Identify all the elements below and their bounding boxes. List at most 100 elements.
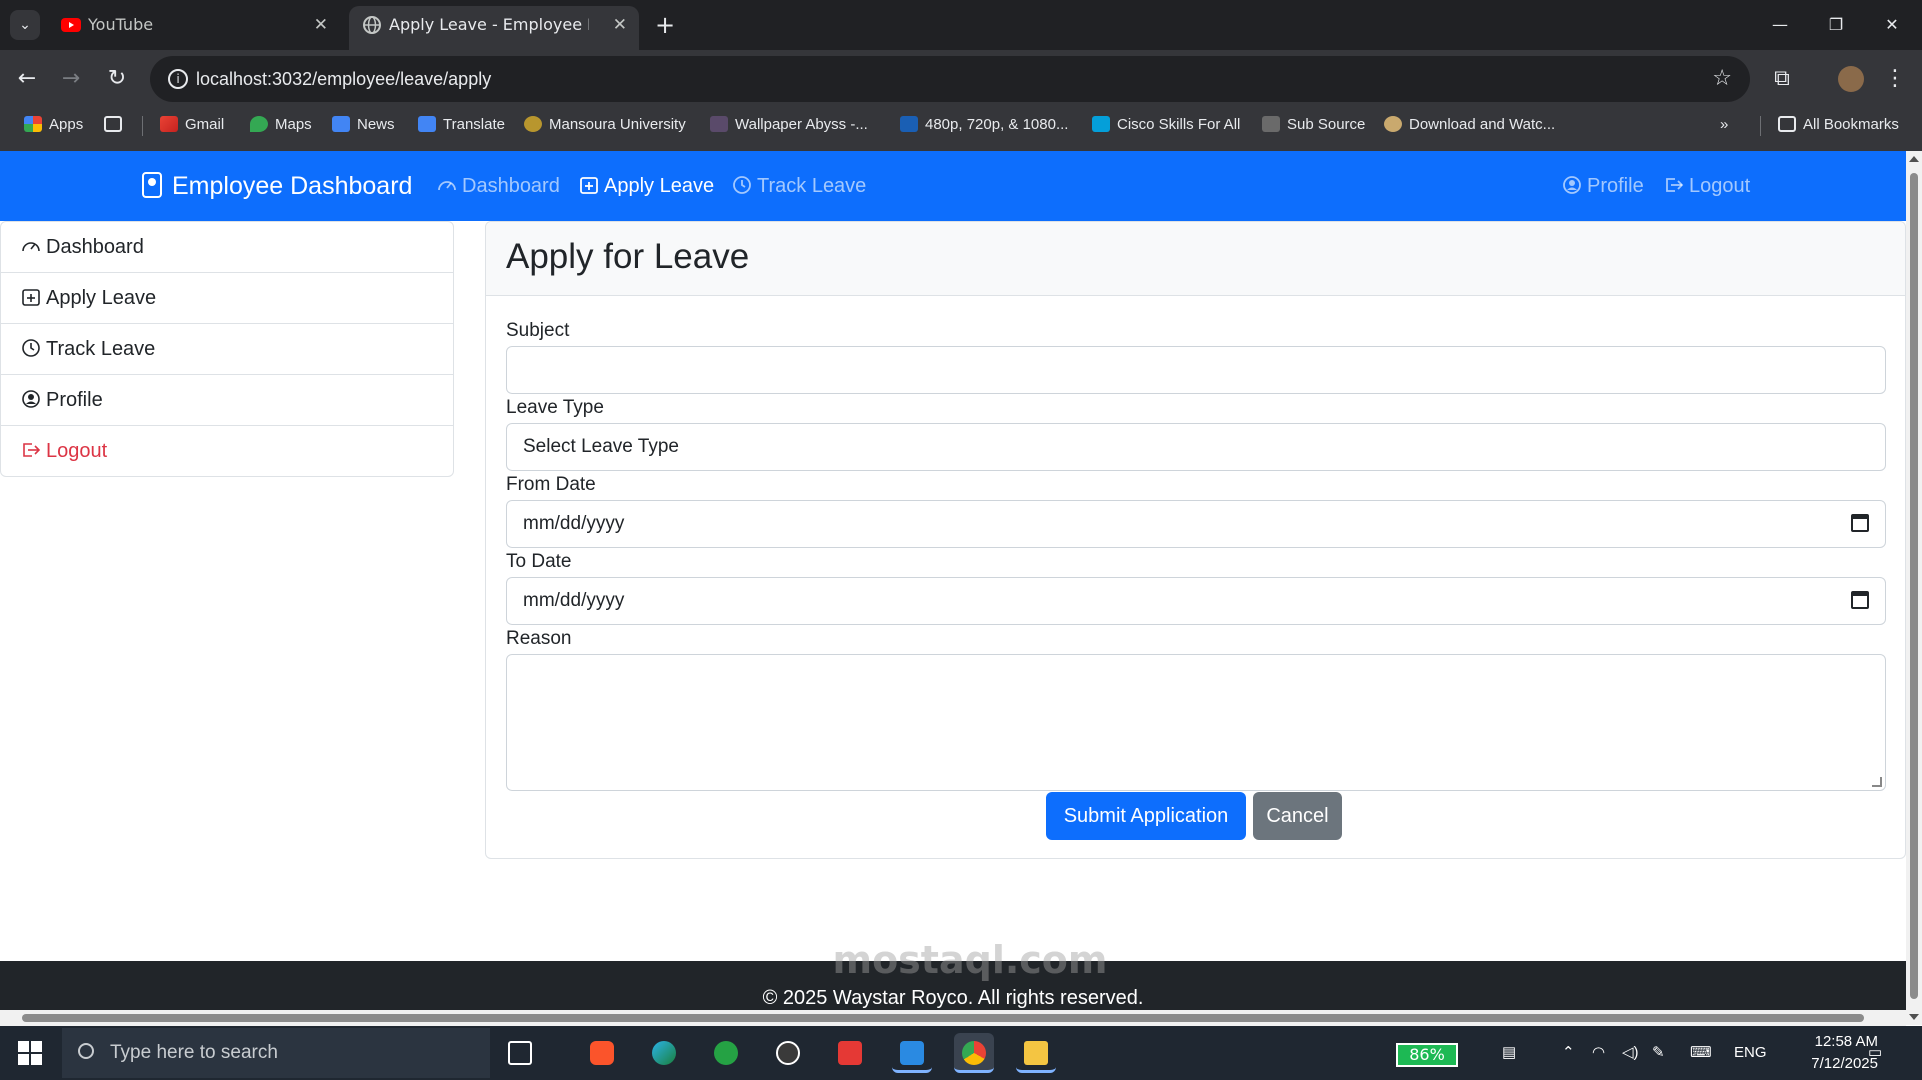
extensions-icon[interactable]: ⧉	[1767, 64, 1797, 94]
horizontal-scroll-thumb[interactable]	[22, 1014, 1864, 1022]
reload-button[interactable]: ↻	[102, 64, 132, 94]
notification-icon[interactable]: ▭	[1868, 1026, 1882, 1080]
windows-start-icon[interactable]	[18, 1041, 42, 1065]
security-app-icon[interactable]	[830, 1033, 870, 1073]
card-header: Apply for Leave	[486, 222, 1905, 296]
bookmark-label: Wallpaper Abyss -...	[735, 116, 868, 133]
taskbar-search[interactable]: Type here to search	[62, 1028, 490, 1078]
calendar-icon[interactable]	[1851, 514, 1869, 532]
subsource-icon	[1262, 116, 1280, 132]
reason-textarea[interactable]	[506, 654, 1886, 791]
news-icon	[332, 116, 350, 132]
scroll-down-icon[interactable]	[1909, 1014, 1919, 1020]
nav-logout[interactable]: Logout	[1664, 151, 1750, 221]
nav-track-leave[interactable]: Track Leave	[732, 151, 866, 221]
nav-dashboard[interactable]: Dashboard	[437, 151, 560, 221]
edge-icon[interactable]	[644, 1033, 684, 1073]
bookmark-news[interactable]: News	[332, 108, 395, 142]
calendar-icon[interactable]	[1851, 591, 1869, 609]
pen-icon[interactable]: ✎	[1652, 1026, 1665, 1080]
bookmark-download[interactable]: Download and Watc...	[1384, 108, 1555, 142]
tab-youtube[interactable]: YouTube ✕	[48, 6, 340, 50]
file-explorer-icon[interactable]	[1016, 1033, 1056, 1073]
submit-button[interactable]: Submit Application	[1046, 792, 1246, 840]
bookmark-maps[interactable]: Maps	[250, 108, 312, 142]
leave-type-select[interactable]: Select Leave Type	[506, 423, 1886, 471]
all-bookmarks-button[interactable]: All Bookmarks	[1778, 108, 1899, 142]
bookmark-480p[interactable]: 480p, 720p, & 1080...	[900, 108, 1068, 142]
box-arrow-right-icon	[23, 443, 41, 457]
bookmark-grid[interactable]	[104, 108, 129, 142]
grid-icon	[104, 116, 122, 132]
volume-icon[interactable]: ◁)	[1622, 1026, 1639, 1080]
brand-link[interactable]: Employee Dashboard	[142, 151, 412, 221]
sidebar-item-label: Track Leave	[46, 338, 156, 360]
bookmarks-overflow-button[interactable]: »	[1720, 108, 1728, 142]
keyboard-icon[interactable]: ⌨	[1690, 1026, 1712, 1080]
to-date-input[interactable]: mm/dd/yyyy	[506, 577, 1886, 625]
clock[interactable]: 12:58 AM 7/12/2025	[1782, 1031, 1878, 1075]
battery-indicator[interactable]: 86%	[1396, 1043, 1458, 1067]
news-widget-icon[interactable]: ▤	[1502, 1026, 1516, 1080]
profile-avatar[interactable]	[1838, 66, 1864, 92]
minimize-button[interactable]: —	[1760, 10, 1800, 40]
to-date-label: To Date	[506, 551, 572, 572]
leave-form-card: Apply for Leave Subject Leave Type Selec…	[485, 221, 1906, 859]
vscode-icon[interactable]	[892, 1033, 932, 1073]
vertical-scrollbar[interactable]	[1906, 151, 1922, 1025]
bookmark-label: Download and Watc...	[1409, 116, 1556, 133]
calendar-plus-icon	[580, 177, 598, 194]
tab-search-button[interactable]: ⌄	[10, 10, 40, 40]
bookmark-mansoura[interactable]: Mansoura University	[524, 108, 686, 142]
sidebar-item-logout[interactable]: Logout	[1, 426, 453, 477]
brave-icon[interactable]	[582, 1033, 622, 1073]
speedometer-icon	[438, 181, 456, 191]
new-tab-button[interactable]: +	[650, 10, 680, 40]
download-site-icon	[1384, 116, 1402, 132]
sidebar-item-dashboard[interactable]: Dashboard	[1, 222, 453, 273]
clock-icon	[733, 176, 751, 194]
language-indicator[interactable]: ENG	[1734, 1026, 1767, 1080]
notepad-icon[interactable]	[706, 1033, 746, 1073]
resize-grip-icon[interactable]	[1872, 777, 1882, 787]
sidebar-item-track-leave[interactable]: Track Leave	[1, 324, 453, 375]
subject-input[interactable]	[506, 346, 1886, 394]
footer-text: © 2025 Waystar Royco. All rights reserve…	[762, 987, 1144, 1009]
from-date-input[interactable]: mm/dd/yyyy	[506, 500, 1886, 548]
sidebar-item-profile[interactable]: Profile	[1, 375, 453, 426]
scroll-up-icon[interactable]	[1909, 156, 1919, 162]
vertical-scroll-thumb[interactable]	[1910, 173, 1918, 999]
sidebar-item-label: Apply Leave	[46, 287, 157, 309]
network-icon[interactable]: ◠	[1592, 1026, 1605, 1080]
site-info-icon[interactable]: i	[168, 69, 188, 89]
media-player-icon[interactable]	[768, 1033, 808, 1073]
bookmark-star-icon[interactable]: ☆	[1712, 56, 1732, 102]
show-hidden-icons-button[interactable]: ⌃	[1562, 1026, 1575, 1080]
bookmark-translate[interactable]: Translate	[418, 108, 505, 142]
reason-label: Reason	[506, 628, 572, 649]
clock-date: 7/12/2025	[1811, 1055, 1878, 1072]
tab-apply-leave[interactable]: Apply Leave - Employee Dashb ✕	[349, 6, 639, 50]
close-icon[interactable]: ✕	[314, 6, 328, 44]
forward-button[interactable]: →	[56, 64, 86, 94]
tab-title: Apply Leave - Employee Dashb	[389, 15, 589, 34]
chrome-icon[interactable]	[954, 1033, 994, 1073]
task-view-icon[interactable]	[500, 1033, 540, 1073]
address-bar[interactable]: i localhost:3032/employee/leave/apply ☆	[150, 56, 1750, 102]
nav-profile[interactable]: Profile	[1562, 151, 1644, 221]
back-button[interactable]: ←	[12, 64, 42, 94]
bookmark-subsource[interactable]: Sub Source	[1262, 108, 1365, 142]
sidebar-item-apply-leave[interactable]: Apply Leave	[1, 273, 453, 324]
menu-icon[interactable]: ⋮	[1884, 64, 1906, 94]
translate-icon	[418, 116, 436, 132]
close-icon[interactable]: ✕	[613, 6, 627, 44]
bookmark-gmail[interactable]: Gmail	[160, 108, 224, 142]
restore-button[interactable]: ❐	[1816, 10, 1856, 40]
close-window-button[interactable]: ✕	[1872, 10, 1912, 40]
bookmark-wallpaper[interactable]: Wallpaper Abyss -...	[710, 108, 868, 142]
bookmark-cisco[interactable]: Cisco Skills For All	[1092, 108, 1240, 142]
bookmark-apps[interactable]: Apps	[24, 108, 83, 142]
horizontal-scrollbar[interactable]	[0, 1010, 1906, 1026]
cancel-button[interactable]: Cancel	[1253, 792, 1342, 840]
nav-apply-leave[interactable]: Apply Leave	[579, 151, 714, 221]
